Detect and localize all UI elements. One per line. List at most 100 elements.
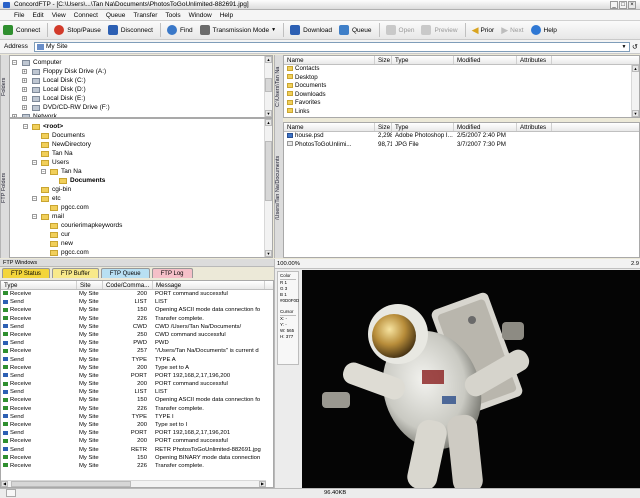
menu-tools[interactable]: Tools	[165, 10, 180, 20]
column-name[interactable]: Name	[284, 123, 375, 131]
scroll-up-icon[interactable]: ▲	[632, 65, 639, 72]
log-row[interactable]: Send My Site PORT PORT 192,168,2,17,196,201	[1, 429, 273, 437]
scroll-up-icon[interactable]: ▲	[265, 119, 272, 126]
local-file-row[interactable]: Desktop	[284, 74, 639, 83]
tab-ftp-folders[interactable]: FTP Folders	[0, 118, 9, 258]
log-row[interactable]: Send My Site TYPE TYPE I	[1, 413, 273, 421]
local-file-row[interactable]: Links	[284, 108, 639, 117]
column-type[interactable]: Type	[392, 56, 454, 64]
column-modified[interactable]: Modified	[454, 123, 517, 131]
scroll-up-icon[interactable]: ▲	[265, 56, 272, 63]
ftp-tree-item[interactable]: pgcc.com	[10, 203, 272, 212]
local-tree-item[interactable]: + DVD/CD-RW Drive (F:)	[10, 103, 272, 112]
local-tree-item[interactable]: + Local Disk (E:)	[10, 94, 272, 103]
prior-button[interactable]: ◀ Prior	[472, 25, 495, 36]
column-code[interactable]: Code/Comma...	[103, 281, 153, 289]
local-tree-item[interactable]: + Floppy Disk Drive (A:)	[10, 67, 272, 76]
scroll-thumb[interactable]	[11, 481, 131, 487]
collapse-icon[interactable]: −	[32, 214, 37, 219]
column-attributes[interactable]: Attributes	[517, 123, 552, 131]
column-site[interactable]: Site	[77, 281, 103, 289]
menu-file[interactable]: File	[14, 10, 24, 20]
log-row[interactable]: Send My Site RETR RETR PhotosToGoUnlimited-…	[1, 446, 273, 454]
expand-icon[interactable]: +	[22, 78, 27, 83]
log-row[interactable]: Receive My Site 150 Opening ASCII mode data…	[1, 396, 273, 404]
download-button[interactable]: Download	[290, 25, 332, 35]
column-name[interactable]: Name	[284, 56, 375, 64]
collapse-icon[interactable]: −	[32, 160, 37, 165]
log-row[interactable]: Send My Site TYPE TYPE A	[1, 356, 273, 364]
image-canvas[interactable]	[302, 270, 640, 488]
scroll-down-icon[interactable]: ▼	[265, 250, 272, 257]
log-row[interactable]: Receive My Site 200 PORT command successful	[1, 380, 273, 388]
maximize-button[interactable]: □	[619, 1, 627, 9]
log-row[interactable]: Send My Site LIST LIST	[1, 298, 273, 306]
open-button[interactable]: Open	[385, 25, 414, 35]
tab-local-path[interactable]: C:\Users\Tan Na	[274, 55, 283, 118]
column-type[interactable]: Type	[392, 123, 454, 131]
scroll-right-icon[interactable]: ▶	[259, 481, 266, 487]
tab-remote-path[interactable]: /Users/Tan Na/Documents	[274, 118, 283, 258]
tab-ftp-queue[interactable]: FTP Queue	[100, 268, 150, 278]
disconnect-button[interactable]: Disconnect	[107, 25, 153, 35]
column-size[interactable]: Size	[375, 56, 392, 64]
connect-button[interactable]: Connect	[3, 25, 40, 35]
vertical-scrollbar[interactable]: ▲ ▼	[264, 56, 272, 117]
log-row[interactable]: Receive My Site 200 Type set to A	[1, 364, 273, 372]
address-input[interactable]: My Site ▼	[34, 42, 630, 52]
local-file-row[interactable]: Downloads	[284, 91, 639, 100]
local-tree-item[interactable]: − Computer	[10, 58, 272, 67]
expand-icon[interactable]: +	[22, 105, 27, 110]
ftp-tree-item[interactable]: − Tan Na	[10, 167, 272, 176]
menu-queue[interactable]: Queue	[106, 10, 126, 20]
expand-icon[interactable]: +	[22, 69, 27, 74]
local-tree-item[interactable]: + Local Disk (C:)	[10, 76, 272, 85]
local-file-row[interactable]: Documents	[284, 82, 639, 91]
log-row[interactable]: Receive My Site 200 Type set to I	[1, 421, 273, 429]
ftp-tree-item[interactable]: Tan Na	[10, 149, 272, 158]
minimize-button[interactable]: _	[610, 1, 618, 9]
log-row[interactable]: Receive My Site 150 Opening ASCII mode data…	[1, 306, 273, 314]
ftp-tree-item[interactable]: NewDirectory	[10, 140, 272, 149]
expand-icon[interactable]: +	[22, 87, 27, 92]
log-row[interactable]: Send My Site PORT PORT 192,168,2,17,196,200	[1, 372, 273, 380]
preview-button[interactable]: Preview	[421, 25, 458, 35]
collapse-icon[interactable]: −	[12, 60, 17, 65]
ftp-tree-item[interactable]: − mail	[10, 212, 272, 221]
collapse-icon[interactable]: −	[41, 169, 46, 174]
column-attributes[interactable]: Attributes	[517, 56, 552, 64]
log-row[interactable]: Receive My Site 150 Opening BINARY mode dat…	[1, 454, 273, 462]
tab-ftp-status[interactable]: FTP Status	[2, 268, 50, 278]
column-size[interactable]: Size	[375, 123, 392, 131]
expand-icon[interactable]: +	[22, 96, 27, 101]
ftp-tree-item[interactable]: cur	[10, 230, 272, 239]
remote-file-row[interactable]: house.psd 2,298,292Adobe Photoshop I... 2/…	[284, 132, 639, 141]
chevron-down-icon[interactable]: ▼	[620, 43, 628, 51]
tab-folders[interactable]: Folders	[0, 55, 9, 118]
menu-window[interactable]: Window	[189, 10, 212, 20]
column-type[interactable]: Type	[1, 281, 77, 289]
ftp-tree-item[interactable]: new	[10, 239, 272, 248]
find-button[interactable]: Find	[166, 25, 193, 35]
next-button[interactable]: ▶ Next	[501, 25, 523, 36]
vertical-scrollbar[interactable]: ▲ ▼	[264, 119, 272, 257]
ftp-tree-item[interactable]: Documents	[10, 176, 272, 185]
ftp-tree-item[interactable]: Documents	[10, 131, 272, 140]
vertical-scrollbar[interactable]: ▲ ▼	[631, 65, 639, 117]
local-file-row[interactable]: Favorites	[284, 99, 639, 108]
horizontal-scrollbar[interactable]: ◀ ▶	[1, 480, 266, 487]
log-row[interactable]: Receive My Site 250 CWD command successful	[1, 331, 273, 339]
stop-pause-button[interactable]: Stop/Pause	[54, 25, 101, 35]
local-file-row[interactable]: Contacts	[284, 65, 639, 74]
menu-edit[interactable]: Edit	[32, 10, 43, 20]
log-row[interactable]: Send My Site CWD CWD /Users/Tan Na/Document…	[1, 323, 273, 331]
log-row[interactable]: Receive My Site 257 "/Users/Tan Na/Document…	[1, 347, 273, 355]
scroll-thumb[interactable]	[265, 141, 272, 201]
scroll-down-icon[interactable]: ▼	[632, 110, 639, 117]
log-row[interactable]: Receive My Site 200 PORT command successful	[1, 437, 273, 445]
scroll-down-icon[interactable]: ▼	[265, 110, 272, 117]
help-button[interactable]: Help	[530, 25, 557, 35]
refresh-icon[interactable]: ↺	[632, 43, 638, 51]
local-tree-item[interactable]: + Local Disk (D:)	[10, 85, 272, 94]
ftp-tree-item[interactable]: − etc	[10, 194, 272, 203]
